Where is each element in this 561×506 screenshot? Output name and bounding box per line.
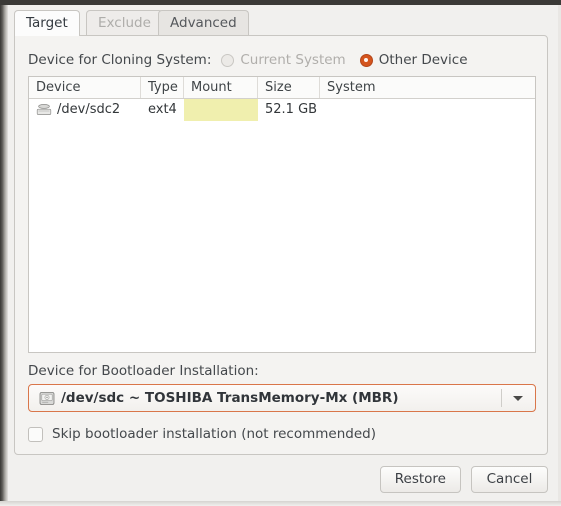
column-header-size[interactable]: Size bbox=[258, 77, 320, 98]
window-bottom-edge bbox=[0, 501, 561, 506]
skip-bootloader-label: Skip bootloader installation (not recomm… bbox=[52, 426, 376, 442]
hard-disk-icon bbox=[39, 392, 55, 405]
cloning-device-label: Device for Cloning System: bbox=[28, 52, 212, 68]
tab-bar: Target Exclude Advanced bbox=[14, 10, 548, 36]
window-left-shadow bbox=[0, 5, 8, 501]
target-panel: Device for Cloning System: Current Syste… bbox=[14, 35, 548, 455]
radio-other-device-label: Other Device bbox=[378, 52, 468, 68]
window-top-edge bbox=[0, 0, 561, 5]
cell-system bbox=[320, 99, 535, 121]
radio-current-system-indicator bbox=[221, 53, 235, 67]
cell-mount[interactable] bbox=[184, 99, 258, 121]
cell-device: /dev/sdc2 bbox=[57, 102, 121, 117]
restore-button[interactable]: Restore bbox=[379, 466, 461, 493]
radio-current-system-label: Current System bbox=[240, 52, 346, 68]
column-header-type[interactable]: Type bbox=[141, 77, 184, 98]
device-table-header: Device Type Mount Size System bbox=[29, 77, 535, 99]
bootloader-label: Device for Bootloader Installation: bbox=[28, 363, 259, 379]
cell-size: 52.1 GB bbox=[265, 102, 318, 117]
radio-other-device-indicator bbox=[359, 53, 373, 67]
column-header-system[interactable]: System bbox=[320, 77, 535, 98]
radio-current-system[interactable]: Current System bbox=[221, 52, 346, 68]
table-row[interactable]: /dev/sdc2 ext4 52.1 GB bbox=[29, 99, 535, 121]
cancel-button[interactable]: Cancel bbox=[471, 466, 548, 493]
radio-other-device[interactable]: Other Device bbox=[359, 52, 468, 68]
column-header-device[interactable]: Device bbox=[29, 77, 141, 98]
combo-separator bbox=[501, 389, 502, 407]
chevron-down-icon[interactable] bbox=[513, 396, 523, 401]
cloning-device-row: Device for Cloning System: Current Syste… bbox=[28, 49, 533, 71]
tab-advanced[interactable]: Advanced bbox=[158, 10, 249, 36]
cell-type: ext4 bbox=[148, 102, 177, 117]
skip-bootloader-checkbox-row[interactable]: Skip bootloader installation (not recomm… bbox=[28, 426, 376, 442]
bootloader-device-select[interactable]: /dev/sdc ~ TOSHIBA TransMemory-Mx (MBR) bbox=[28, 384, 536, 412]
column-header-mount[interactable]: Mount bbox=[184, 77, 258, 98]
skip-bootloader-checkbox[interactable] bbox=[28, 426, 43, 442]
dialog-footer: Restore Cancel bbox=[370, 466, 548, 493]
restore-dialog-window: Target Exclude Advanced Device for Cloni… bbox=[0, 0, 561, 506]
device-table[interactable]: Device Type Mount Size System /dev/sdc2 … bbox=[28, 76, 536, 353]
tab-target[interactable]: Target bbox=[14, 10, 80, 36]
tab-exclude[interactable]: Exclude bbox=[86, 10, 163, 36]
bootloader-device-value: /dev/sdc ~ TOSHIBA TransMemory-Mx (MBR) bbox=[61, 390, 399, 406]
